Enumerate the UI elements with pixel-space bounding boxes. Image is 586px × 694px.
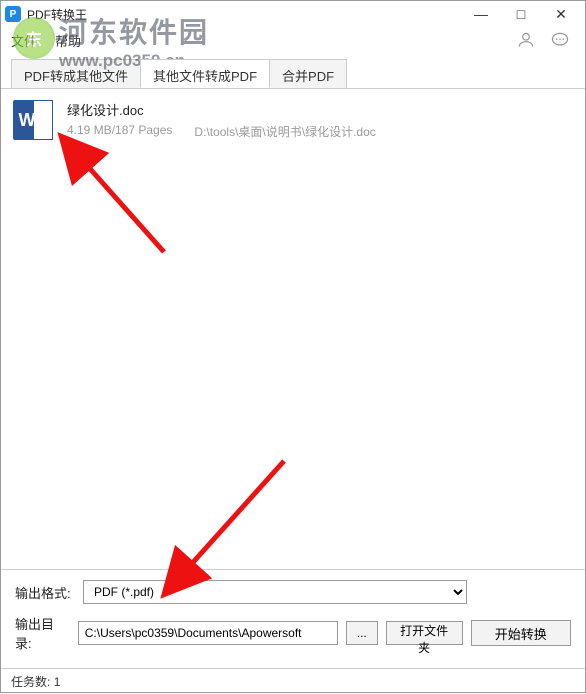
menu-file[interactable]: 文件 — [11, 31, 37, 50]
menu-bar: 文件 帮助 — [1, 27, 585, 53]
tab-bar: PDF转成其他文件 其他文件转成PDF 合并PDF — [1, 59, 585, 89]
open-folder-button[interactable]: 打开文件夹 — [386, 621, 463, 645]
menu-help[interactable]: 帮助 — [55, 31, 81, 50]
window-controls: — □ ✕ — [461, 3, 581, 25]
annotation-arrow-1 — [69, 147, 189, 272]
user-icon[interactable] — [515, 29, 537, 51]
output-dir-label: 输出目录: — [15, 614, 70, 652]
browse-button[interactable]: ... — [346, 621, 378, 645]
file-size-pages: 4.19 MB/187 Pages — [67, 123, 172, 140]
maximize-button[interactable]: □ — [501, 3, 541, 25]
output-dir-input[interactable] — [78, 621, 338, 645]
annotation-arrow-2 — [169, 451, 299, 586]
file-list: W 绿化设计.doc 4.19 MB/187 Pages D:\tools\桌面… — [1, 89, 585, 569]
status-bar: 任务数: 1 — [1, 668, 585, 694]
tab-merge-pdf[interactable]: 合并PDF — [269, 59, 347, 88]
window-title: PDF转换王 — [27, 6, 461, 23]
file-path: D:\tools\桌面\说明书\绿化设计.doc — [194, 123, 375, 140]
tasks-label: 任务数: — [11, 673, 50, 690]
output-format-label: 输出格式: — [15, 583, 75, 602]
minimize-button[interactable]: — — [461, 3, 501, 25]
tab-pdf-to-other[interactable]: PDF转成其他文件 — [11, 59, 141, 88]
app-icon: P — [5, 6, 21, 22]
tasks-count: 1 — [54, 675, 61, 689]
output-format-select[interactable]: PDF (*.pdf) — [83, 580, 467, 604]
title-bar: P PDF转换王 — □ ✕ — [1, 1, 585, 27]
word-file-icon: W — [13, 100, 53, 140]
output-panel: 输出格式: PDF (*.pdf) 输出目录: ... 打开文件夹 开始转换 — [1, 569, 585, 668]
close-button[interactable]: ✕ — [541, 3, 581, 25]
tab-other-to-pdf[interactable]: 其他文件转成PDF — [140, 59, 270, 88]
start-convert-button[interactable]: 开始转换 — [471, 620, 572, 646]
file-row[interactable]: W 绿化设计.doc 4.19 MB/187 Pages D:\tools\桌面… — [13, 97, 573, 143]
chat-icon[interactable] — [549, 29, 571, 51]
file-name: 绿化设计.doc — [67, 100, 573, 119]
